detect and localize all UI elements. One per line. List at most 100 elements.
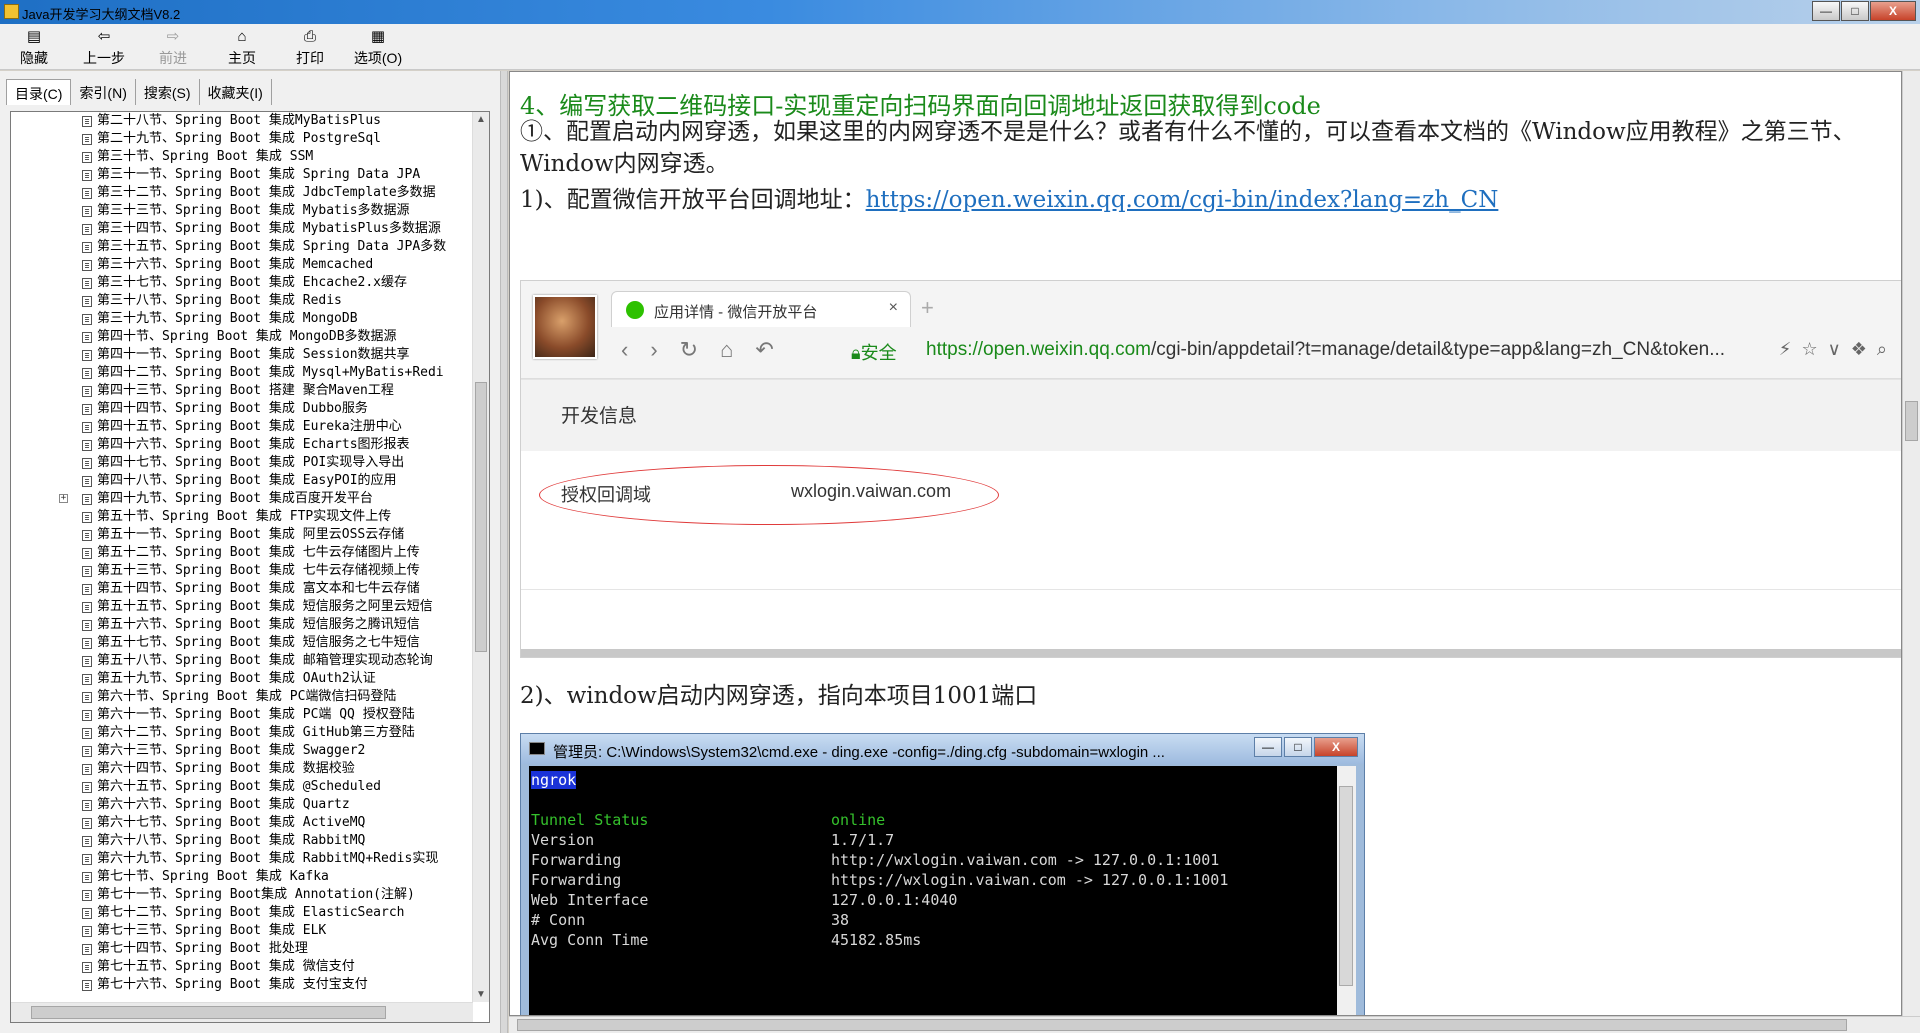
- tree-item[interactable]: 第六十五节、Spring Boot 集成 @Scheduled: [11, 778, 473, 796]
- tree-item[interactable]: 第三十二节、Spring Boot 集成 JdbcTemplate多数据: [11, 184, 473, 202]
- hide-button[interactable]: ▤ 隐藏: [6, 28, 62, 68]
- content-scroll-thumb[interactable]: [1905, 401, 1918, 441]
- expand-icon[interactable]: +: [59, 494, 68, 503]
- tree-item[interactable]: 第四十二节、Spring Boot 集成 Mysql+MyBatis+Redi: [11, 364, 473, 382]
- content-horizontal-scrollbar[interactable]: [509, 1016, 1920, 1033]
- weixin-open-platform-link[interactable]: https://open.weixin.qq.com/cgi-bin/index…: [866, 187, 1499, 213]
- tree-item[interactable]: 第四十节、Spring Boot 集成 MongoDB多数据源: [11, 328, 473, 346]
- terminal-output: ngrok Tunnel Status online Version 1.7/1.7 F…: [529, 766, 1339, 1015]
- tree-item[interactable]: 第六十九节、Spring Boot 集成 RabbitMQ+Redis实现: [11, 850, 473, 868]
- tree-item[interactable]: 第五十二节、Spring Boot 集成 七牛云存储图片上传: [11, 544, 473, 562]
- terminal-value: https://wxlogin.vaiwan.com -> 127.0.0.1:…: [831, 871, 1229, 889]
- tree-item[interactable]: 第四十五节、Spring Boot 集成 Eureka注册中心: [11, 418, 473, 436]
- tree-item[interactable]: 第四十七节、Spring Boot 集成 POI实现导入导出: [11, 454, 473, 472]
- tree-item[interactable]: 第六十二节、Spring Boot 集成 GitHub第三方登陆: [11, 724, 473, 742]
- page-icon: [82, 134, 92, 145]
- tree-item[interactable]: 第五十九节、Spring Boot 集成 OAuth2认证: [11, 670, 473, 688]
- options-button[interactable]: ▦ 选项(O): [350, 28, 406, 68]
- new-tab-icon: +: [921, 295, 934, 320]
- tree-item[interactable]: 第五十三节、Spring Boot 集成 七牛云存储视频上传: [11, 562, 473, 580]
- tree-item[interactable]: + 第四十九节、Spring Boot 集成百度开发平台: [11, 490, 473, 508]
- terminal-key: Version: [531, 831, 595, 849]
- page-icon: [82, 656, 92, 667]
- tree-item[interactable]: 第三十七节、Spring Boot 集成 Ehcache2.x缓存: [11, 274, 473, 292]
- tab-index[interactable]: 索引(N): [71, 79, 136, 105]
- home-button[interactable]: ⌂ 主页: [214, 28, 270, 68]
- tree-item[interactable]: 第二十九节、Spring Boot 集成 PostgreSql: [11, 130, 473, 148]
- tree-item[interactable]: 第五十节、Spring Boot 集成 FTP实现文件上传: [11, 508, 473, 526]
- tree-item[interactable]: 第三十一节、Spring Boot 集成 Spring Data JPA: [11, 166, 473, 184]
- content-vertical-scrollbar[interactable]: [1902, 71, 1920, 1016]
- tree-item[interactable]: 第七十二节、Spring Boot 集成 ElasticSearch: [11, 904, 473, 922]
- tree-scroll-thumb[interactable]: [475, 382, 487, 652]
- pane-splitter[interactable]: [500, 71, 508, 1033]
- tree-item[interactable]: 第六十八节、Spring Boot 集成 RabbitMQ: [11, 832, 473, 850]
- tree-item[interactable]: 第二十八节、Spring Boot 集成MyBatisPlus: [11, 112, 473, 130]
- tree-item[interactable]: 第三十三节、Spring Boot 集成 Mybatis多数据源: [11, 202, 473, 220]
- address-bar-url: https://open.weixin.qq.com/cgi-bin/appde…: [926, 339, 1725, 361]
- scroll-down-icon[interactable]: ▼: [476, 989, 486, 1000]
- back-button[interactable]: ⇦ 上一步: [76, 28, 132, 68]
- tree-item[interactable]: 第七十五节、Spring Boot 集成 微信支付: [11, 958, 473, 976]
- tree-vertical-scrollbar[interactable]: ▲ ▼: [472, 112, 489, 1002]
- tree-item[interactable]: 第七十四节、Spring Boot 批处理: [11, 940, 473, 958]
- minimize-button[interactable]: —: [1812, 1, 1840, 21]
- tree-item[interactable]: 第三十六节、Spring Boot 集成 Memcached: [11, 256, 473, 274]
- tree-item[interactable]: 第六十一节、Spring Boot 集成 PC端 QQ 授权登陆: [11, 706, 473, 724]
- tree-item-label: 第六十三节、Spring Boot 集成 Swagger2: [97, 743, 366, 758]
- tree-item[interactable]: 第六十节、Spring Boot 集成 PC端微信扫码登陆: [11, 688, 473, 706]
- tree-item[interactable]: 第七十三节、Spring Boot 集成 ELK: [11, 922, 473, 940]
- tree-item[interactable]: 第三十九节、Spring Boot 集成 MongoDB: [11, 310, 473, 328]
- tab-favorites[interactable]: 收藏夹(I): [200, 79, 272, 105]
- tree-item-label: 第六十五节、Spring Boot 集成 @Scheduled: [97, 779, 382, 794]
- tree-item[interactable]: 第六十三节、Spring Boot 集成 Swagger2: [11, 742, 473, 760]
- tree-item[interactable]: 第六十七节、Spring Boot 集成 ActiveMQ: [11, 814, 473, 832]
- cmd-maximize-icon: □: [1284, 737, 1312, 757]
- tree-item[interactable]: 第六十六节、Spring Boot 集成 Quartz: [11, 796, 473, 814]
- tree-item[interactable]: 第七十节、Spring Boot 集成 Kafka: [11, 868, 473, 886]
- tree-item[interactable]: 第三十八节、Spring Boot 集成 Redis: [11, 292, 473, 310]
- tree-horizontal-scrollbar[interactable]: [11, 1002, 473, 1022]
- tree-item[interactable]: 第七十一节、Spring Boot集成 Annotation(注解): [11, 886, 473, 904]
- tab-contents[interactable]: 目录(C): [6, 79, 72, 105]
- tree-item[interactable]: 第五十一节、Spring Boot 集成 阿里云OSS云存储: [11, 526, 473, 544]
- forward-button[interactable]: ⇨ 前进: [145, 28, 201, 68]
- tree-item-label: 第三十五节、Spring Boot 集成 Spring Data JPA多数: [97, 239, 447, 254]
- print-label: 打印: [296, 50, 324, 66]
- tab-search[interactable]: 搜索(S): [136, 79, 200, 105]
- content-hscroll-thumb[interactable]: [517, 1019, 1847, 1031]
- maximize-button[interactable]: □: [1841, 1, 1869, 21]
- tree-item-label: 第五十二节、Spring Boot 集成 七牛云存储图片上传: [97, 545, 420, 560]
- print-button[interactable]: ⎙ 打印: [282, 28, 338, 68]
- close-button[interactable]: X: [1870, 1, 1916, 21]
- page-icon: [82, 152, 92, 163]
- tree-item[interactable]: 第六十四节、Spring Boot 集成 数据校验: [11, 760, 473, 778]
- scroll-up-icon[interactable]: ▲: [476, 114, 486, 125]
- tree-item[interactable]: 第四十六节、Spring Boot 集成 Echarts图形报表: [11, 436, 473, 454]
- tree-item[interactable]: 第四十一节、Spring Boot 集成 Session数据共享: [11, 346, 473, 364]
- cmd-title: 管理员: C:\Windows\System32\cmd.exe - ding.…: [553, 744, 1165, 761]
- dev-info-title: 开发信息: [561, 406, 638, 427]
- tree-item[interactable]: 第五十七节、Spring Boot 集成 短信服务之七牛短信: [11, 634, 473, 652]
- options-icon: ▦: [370, 28, 386, 45]
- page-icon: [82, 440, 92, 451]
- tree-item-label: 第五十八节、Spring Boot 集成 邮箱管理实现动态轮询: [97, 653, 433, 668]
- tree-item[interactable]: 第五十八节、Spring Boot 集成 邮箱管理实现动态轮询: [11, 652, 473, 670]
- tree-item[interactable]: 第四十三节、Spring Boot 搭建 聚合Maven工程: [11, 382, 473, 400]
- tree-item-label: 第七十三节、Spring Boot 集成 ELK: [97, 923, 327, 938]
- url-host: https://open.weixin.qq.com: [926, 339, 1151, 360]
- tree-item[interactable]: 第五十四节、Spring Boot 集成 富文本和七牛云存储: [11, 580, 473, 598]
- tree-item[interactable]: 第四十八节、Spring Boot 集成 EasyPOI的应用: [11, 472, 473, 490]
- page-icon: [82, 530, 92, 541]
- tree-hscroll-thumb[interactable]: [31, 1006, 386, 1019]
- tree-item[interactable]: 第三十节、Spring Boot 集成 SSM: [11, 148, 473, 166]
- tree-item[interactable]: 第三十四节、Spring Boot 集成 MybatisPlus多数据源: [11, 220, 473, 238]
- browser-tab: 应用详情 - 微信开放平台 ×: [611, 291, 911, 327]
- tree-item[interactable]: 第五十五节、Spring Boot 集成 短信服务之阿里云短信: [11, 598, 473, 616]
- tree-item[interactable]: 第五十六节、Spring Boot 集成 短信服务之腾讯短信: [11, 616, 473, 634]
- tree-item[interactable]: 第四十四节、Spring Boot 集成 Dubbo服务: [11, 400, 473, 418]
- page-icon: [82, 386, 92, 397]
- tree-item[interactable]: 第三十五节、Spring Boot 集成 Spring Data JPA多数: [11, 238, 473, 256]
- tree-item[interactable]: 第七十六节、Spring Boot 集成 支付宝支付: [11, 976, 473, 994]
- terminal-row: Forwarding http://wxlogin.vaiwan.com -> 1…: [531, 850, 1339, 870]
